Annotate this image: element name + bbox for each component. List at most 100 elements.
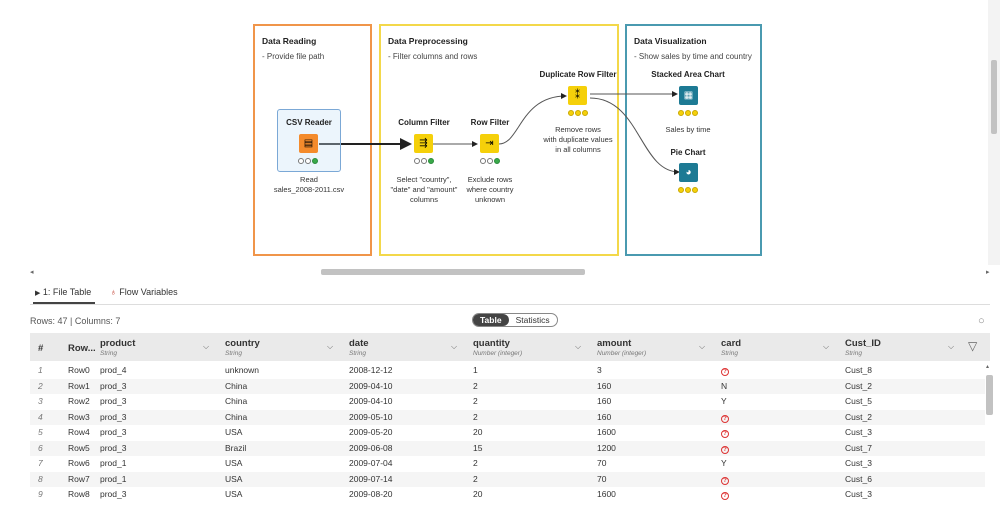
chevron-down-icon[interactable]: ⌵ bbox=[699, 342, 705, 352]
tab-flow-variables[interactable]: ♁ Flow Variables bbox=[110, 287, 178, 297]
missing-value-mark: ? bbox=[721, 492, 729, 500]
column-header-product[interactable]: product String bbox=[100, 338, 135, 357]
column-header-quantity[interactable]: quantity Number (integer) bbox=[473, 338, 522, 357]
table-row[interactable]: 5 Row4 prod_3 USA 2009-05-20 20 1600? Cust_3 bbox=[30, 425, 985, 440]
scrollbar-thumb[interactable] bbox=[991, 60, 997, 134]
tab-file-table[interactable]: ▶ 1: File Table bbox=[35, 287, 91, 297]
scrollbar-thumb[interactable] bbox=[986, 375, 993, 415]
node-status bbox=[678, 187, 698, 194]
table-cell: Row2 bbox=[68, 396, 90, 406]
stacked-area-chart-icon[interactable]: ▦ bbox=[679, 86, 698, 105]
node-title: Column Filter bbox=[398, 118, 450, 127]
table-cell: 2009-08-20 bbox=[349, 489, 393, 499]
table-row[interactable]: 6 Row5 prod_3 Brazil 2009-06-08 15 1200? Cust_7 bbox=[30, 440, 985, 456]
table-row[interactable]: 1 Row0 prod_4 unknown 2008-12-12 1 3? Cust_8 bbox=[30, 363, 985, 378]
table-cell: China bbox=[225, 411, 248, 422]
header-label: Row... bbox=[68, 343, 96, 354]
table-cell: 3 bbox=[38, 396, 43, 406]
column-filter-icon[interactable]: ⇶ bbox=[414, 134, 433, 153]
pie-chart-icon[interactable]: ◕ bbox=[679, 163, 698, 182]
csv-reader-icon[interactable]: ▤ bbox=[299, 134, 318, 153]
table-cell: Y bbox=[721, 458, 727, 468]
scroll-left-icon[interactable]: ◂ bbox=[30, 268, 34, 276]
duplicate-row-filter-icon[interactable]: ⁑ bbox=[568, 86, 587, 105]
table-vertical-scrollbar[interactable]: ▴ bbox=[985, 363, 995, 509]
table-cell: prod_3 bbox=[100, 411, 127, 422]
canvas-horizontal-scrollbar[interactable] bbox=[28, 267, 990, 277]
column-header-country[interactable]: country String bbox=[225, 338, 260, 357]
table-row[interactable]: 2 Row1 prod_3 China 2009-04-10 2 160 N Cust_2 bbox=[30, 378, 985, 394]
tab-label: 1: File Table bbox=[42, 287, 92, 297]
column-header-index: # bbox=[38, 343, 43, 354]
table-cell: 2 bbox=[473, 458, 478, 468]
table-cell: 6 bbox=[38, 442, 43, 453]
search-icon[interactable]: ○ bbox=[978, 315, 985, 327]
table-row[interactable]: 8 Row7 prod_1 USA 2009-07-14 2 70? Cust_6 bbox=[30, 471, 985, 487]
table-header: # Row... product String ⌵ country String ⌵… bbox=[30, 333, 990, 361]
column-header-date[interactable]: date String bbox=[349, 338, 369, 357]
canvas-vertical-scrollbar[interactable] bbox=[988, 0, 1000, 265]
table-cell: 2009-07-04 bbox=[349, 458, 393, 468]
view-toggle[interactable]: Table Statistics bbox=[472, 313, 558, 327]
header-type: String bbox=[349, 350, 366, 357]
column-header-amount[interactable]: amount Number (integer) bbox=[597, 338, 646, 357]
table-cell: Cust_8 bbox=[845, 365, 872, 375]
table-cell: 2009-05-20 bbox=[349, 427, 393, 437]
chevron-down-icon[interactable]: ⌵ bbox=[575, 342, 581, 352]
chevron-down-icon[interactable]: ⌵ bbox=[327, 342, 333, 352]
table-row[interactable]: 9 Row8 prod_3 USA 2009-08-20 20 1600? Cust_3 bbox=[30, 487, 985, 502]
table-cell: Row7 bbox=[68, 473, 90, 484]
table-cell: prod_3 bbox=[100, 396, 127, 406]
chevron-down-icon[interactable]: ⌵ bbox=[451, 342, 457, 352]
toggle-statistics[interactable]: Statistics bbox=[509, 314, 557, 326]
column-header-cust-id[interactable]: Cust_ID String bbox=[845, 338, 881, 357]
table-cell: 1200 bbox=[597, 442, 616, 453]
header-label: amount bbox=[597, 338, 632, 349]
table-cell: USA bbox=[225, 473, 243, 484]
filter-icon[interactable]: ▽ bbox=[968, 339, 977, 353]
table-cell: 160 bbox=[597, 396, 612, 406]
divider bbox=[30, 304, 990, 305]
table-cell: prod_3 bbox=[100, 442, 127, 453]
table-cell: 2009-04-10 bbox=[349, 396, 393, 406]
missing-value-icon: ? bbox=[721, 489, 729, 500]
scrollbar-thumb[interactable] bbox=[321, 269, 585, 275]
missing-value-mark: ? bbox=[721, 414, 729, 423]
node-title: Row Filter bbox=[470, 118, 510, 127]
table-cell: 20 bbox=[473, 427, 483, 437]
table-cell: 2009-04-10 bbox=[349, 380, 393, 391]
table-cell: China bbox=[225, 396, 248, 406]
table-cell: 5 bbox=[38, 427, 43, 437]
header-type: Number (integer) bbox=[597, 350, 647, 357]
scroll-up-icon[interactable]: ▴ bbox=[986, 363, 989, 370]
table-cell: 2 bbox=[38, 380, 43, 391]
table-cell: Cust_5 bbox=[845, 396, 872, 406]
table-cell: 7 bbox=[38, 458, 43, 468]
node-desc: Read sales_2008-2011.csv bbox=[273, 175, 345, 194]
scroll-right-icon[interactable]: ▸ bbox=[986, 268, 990, 276]
node-desc: Exclude rows where country unknown bbox=[466, 175, 514, 204]
table-cell: Cust_3 bbox=[845, 489, 872, 499]
table-cell: Cust_7 bbox=[845, 442, 872, 453]
workflow-canvas[interactable]: Data Reading - Provide file path Data Pr… bbox=[0, 0, 1000, 265]
node-status bbox=[480, 158, 500, 165]
header-type: Number (integer) bbox=[473, 350, 523, 357]
table-cell: 1 bbox=[473, 365, 478, 375]
chevron-down-icon[interactable]: ⌵ bbox=[823, 342, 829, 352]
header-type: String bbox=[845, 350, 862, 357]
node-status bbox=[414, 158, 434, 165]
table-cell: 1 bbox=[38, 365, 43, 375]
table-cell: Y bbox=[721, 396, 727, 406]
column-header-rowid[interactable]: Row... bbox=[68, 343, 96, 354]
chevron-down-icon[interactable]: ⌵ bbox=[203, 342, 209, 352]
output-tabs: ▶ 1: File Table ♁ Flow Variables bbox=[0, 283, 1000, 305]
table-row[interactable]: 3 Row2 prod_3 China 2009-04-10 2 160 Y Cust_5 bbox=[30, 394, 985, 409]
header-type: String bbox=[225, 350, 242, 357]
row-filter-icon[interactable]: ⇥ bbox=[480, 134, 499, 153]
chevron-down-icon[interactable]: ⌵ bbox=[948, 342, 954, 352]
table-cell: 70 bbox=[597, 473, 607, 484]
table-row[interactable]: 4 Row3 prod_3 China 2009-05-10 2 160? Cust_2 bbox=[30, 409, 985, 425]
column-header-card[interactable]: card String bbox=[721, 338, 741, 357]
toggle-table[interactable]: Table bbox=[473, 314, 509, 326]
table-row[interactable]: 7 Row6 prod_1 USA 2009-07-04 2 70 Y Cust_3 bbox=[30, 456, 985, 471]
